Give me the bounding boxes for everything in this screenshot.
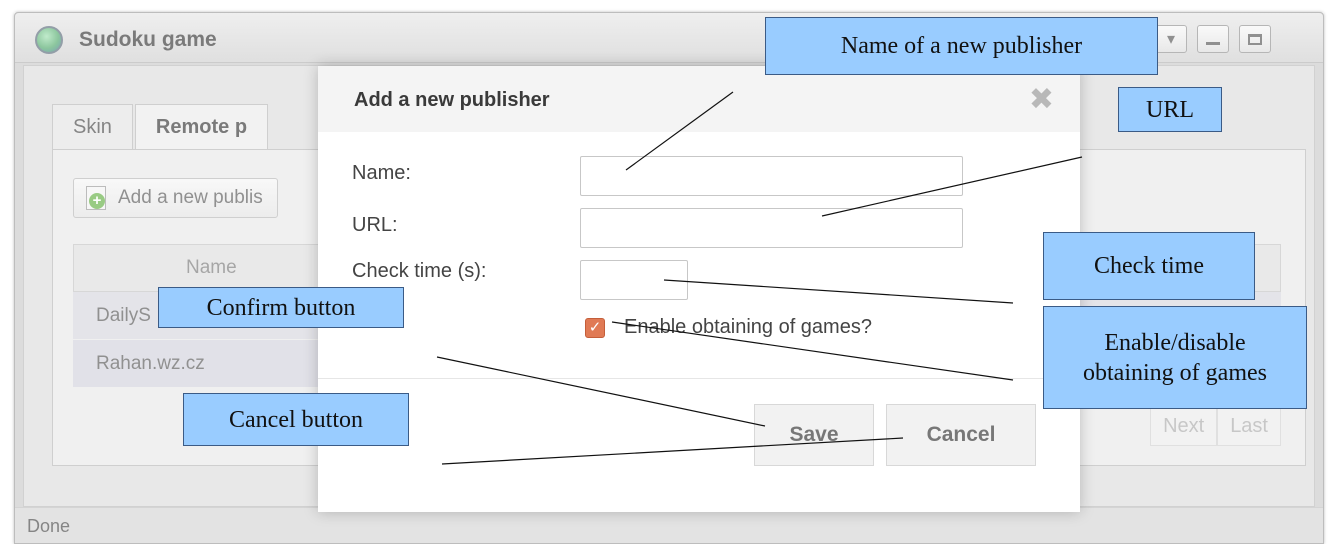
dialog-divider: [318, 378, 1080, 379]
close-icon[interactable]: ✖: [1029, 82, 1054, 117]
url-label: URL:: [352, 214, 398, 236]
callout-url: URL: [1118, 87, 1222, 132]
add-publisher-dialog: Add a new publisher ✖ Name: URL: Check t…: [318, 66, 1080, 512]
callout-enable: Enable/disable obtaining of games: [1043, 306, 1307, 409]
dialog-header: Add a new publisher ✖: [318, 66, 1080, 132]
callout-check-time: Check time: [1043, 232, 1255, 300]
callout-enable-line2: obtaining of games: [1083, 359, 1267, 386]
name-field[interactable]: [580, 156, 963, 196]
dialog-title: Add a new publisher: [354, 89, 550, 111]
checkmark-icon: ✓: [588, 319, 602, 336]
save-button[interactable]: Save: [754, 404, 874, 466]
url-field[interactable]: [580, 208, 963, 248]
check-time-label: Check time (s):: [352, 260, 487, 282]
callout-name: Name of a new publisher: [765, 17, 1158, 75]
enable-obtaining-label[interactable]: Enable obtaining of games?: [624, 316, 872, 339]
name-label: Name:: [352, 162, 411, 184]
check-time-field[interactable]: [580, 260, 688, 300]
callout-confirm: Confirm button: [158, 287, 404, 328]
callout-cancel: Cancel button: [183, 393, 409, 446]
callout-enable-line1: Enable/disable: [1104, 329, 1246, 356]
cancel-button[interactable]: Cancel: [886, 404, 1036, 466]
enable-obtaining-checkbox[interactable]: ✓: [585, 318, 605, 338]
